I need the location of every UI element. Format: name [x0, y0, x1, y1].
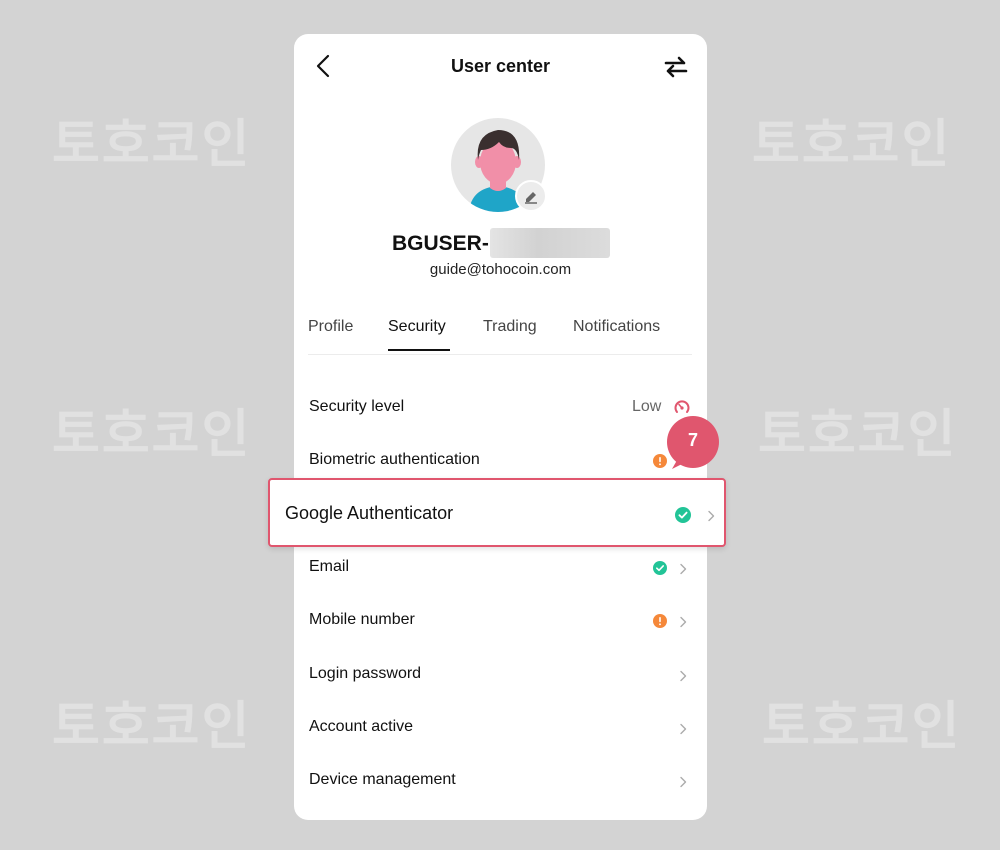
tab-profile[interactable]: Profile [308, 318, 353, 336]
list-item-label: Biometric authentication [309, 451, 480, 468]
chevron-right-icon [678, 722, 688, 735]
security-level-row: Security level Low [294, 382, 707, 434]
tab-trading[interactable]: Trading [483, 318, 537, 336]
user-email: guide@tohocoin.com [429, 261, 572, 278]
watermark: 토호코인 [52, 697, 252, 757]
list-item-label: Email [309, 558, 350, 575]
watermark: 토호코인 [52, 115, 252, 175]
check-circle-icon [675, 507, 691, 523]
tab-bar: Profile Security Trading Notifications [308, 316, 692, 355]
list-item-label: Mobile number [309, 611, 415, 628]
chevron-right-icon [706, 509, 716, 522]
edit-avatar-button[interactable] [515, 180, 547, 212]
header: User center [294, 34, 707, 98]
user-center-panel: User center BGUSER- guide@tohocoin.com P… [294, 34, 707, 820]
list-item-google-authenticator[interactable]: Google Authenticator [268, 478, 726, 547]
list-item-account-active[interactable]: Account active [294, 702, 707, 754]
check-circle-icon [653, 561, 667, 575]
warning-icon [653, 614, 667, 628]
watermark: 토호코인 [762, 697, 962, 757]
gauge-icon [674, 399, 690, 415]
pencil-icon [525, 192, 537, 204]
watermark: 토호코인 [52, 405, 252, 465]
list-item-label: Login password [309, 665, 422, 682]
username: BGUSER- [392, 232, 489, 255]
swap-arrows-icon[interactable] [663, 54, 689, 80]
tab-security[interactable]: Security [388, 318, 446, 336]
chevron-right-icon [678, 615, 688, 628]
security-level-label: Security level [309, 398, 405, 415]
chevron-right-icon [678, 669, 688, 682]
watermark: 토호코인 [752, 115, 952, 175]
chevron-right-icon [678, 775, 688, 788]
list-item-label: Device management [309, 771, 456, 788]
step-number: 7 [687, 430, 698, 450]
watermark: 토호코인 [758, 405, 958, 465]
warning-icon [653, 454, 667, 468]
list-item-login-password[interactable]: Login password [294, 649, 707, 701]
redacted-user-id [490, 228, 610, 258]
list-item-label: Google Authenticator [285, 503, 454, 523]
list-item-device-management[interactable]: Device management [294, 755, 707, 807]
page-title: User center [450, 56, 551, 76]
list-item-email[interactable]: Email [294, 542, 707, 594]
tab-notifications[interactable]: Notifications [573, 318, 660, 336]
chevron-right-icon [678, 562, 688, 575]
list-item-mobile-number[interactable]: Mobile number [294, 595, 707, 647]
security-level-value: Low [632, 398, 662, 415]
active-tab-indicator [388, 349, 450, 351]
list-item-label: Account active [309, 718, 414, 735]
